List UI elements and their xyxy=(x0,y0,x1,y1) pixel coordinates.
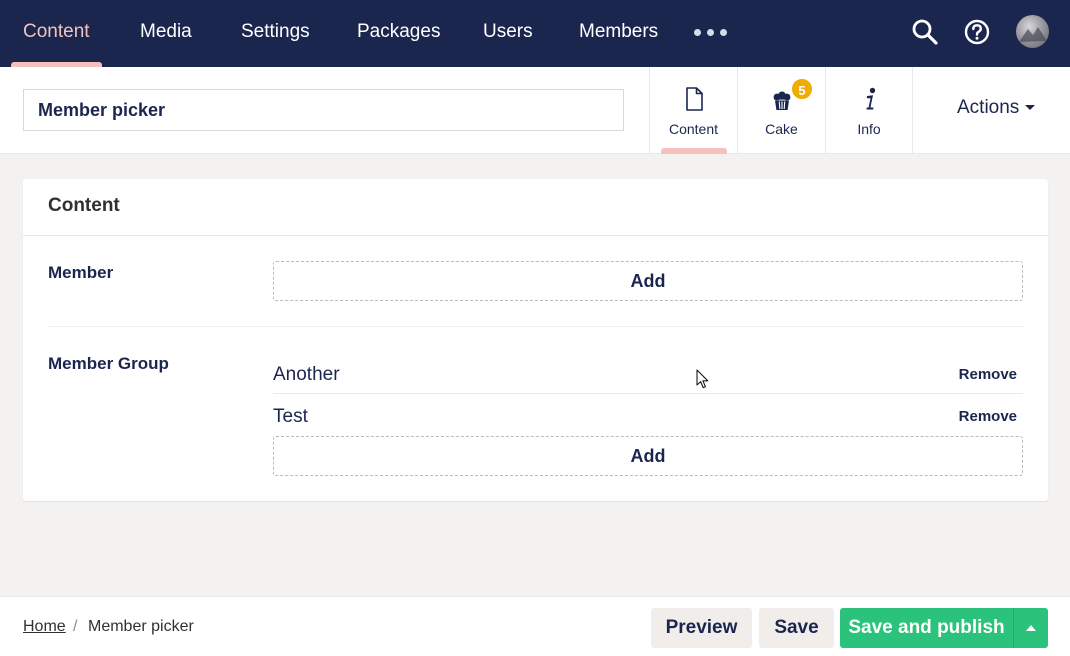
caret-up-icon xyxy=(1026,625,1036,631)
list-item: Another Remove xyxy=(273,352,1023,394)
app-tab-cake[interactable]: 5 Cake xyxy=(737,67,825,154)
search-icon[interactable] xyxy=(911,18,939,46)
nav-section-users[interactable]: Users xyxy=(483,0,533,67)
list-item: Test Remove xyxy=(273,394,1023,436)
remove-button[interactable]: Remove xyxy=(959,408,1017,425)
member-group-name: Test xyxy=(273,406,308,427)
publish-options-toggle[interactable] xyxy=(1013,608,1048,648)
app-active-indicator xyxy=(661,148,727,154)
actions-label: Actions xyxy=(957,97,1020,118)
node-name-input[interactable] xyxy=(23,89,624,131)
document-icon xyxy=(686,87,703,111)
app-tab-label: Cake xyxy=(765,121,798,137)
breadcrumb-current: Member picker xyxy=(88,618,194,635)
user-avatar[interactable] xyxy=(1016,15,1049,48)
property-label-member: Member xyxy=(48,263,114,282)
cake-badge: 5 xyxy=(790,77,814,101)
breadcrumb-separator: / xyxy=(73,618,78,635)
caret-down-icon xyxy=(1025,105,1036,110)
editor-header: Content 5 Cake Info Actions xyxy=(0,67,1070,154)
help-icon[interactable] xyxy=(963,18,991,46)
app-tab-content[interactable]: Content xyxy=(649,67,737,154)
preview-button[interactable]: Preview xyxy=(651,608,752,648)
editor-footer: Home / Member picker Preview Save Save a… xyxy=(0,596,1070,656)
property-label-member-group: Member Group xyxy=(48,354,169,373)
save-and-publish-button[interactable]: Save and publish xyxy=(840,608,1013,648)
nav-section-members[interactable]: Members xyxy=(579,0,658,67)
member-add-button[interactable]: Add xyxy=(273,261,1023,301)
info-icon xyxy=(866,87,876,110)
nav-section-settings[interactable]: Settings xyxy=(241,0,310,67)
app-tab-label: Info xyxy=(857,121,881,137)
ellipsis-icon[interactable] xyxy=(694,29,727,36)
nav-section-packages[interactable]: Packages xyxy=(357,0,440,67)
content-group-card: Content Member Add Member Group Another … xyxy=(23,179,1048,501)
member-group-add-button[interactable]: Add xyxy=(273,436,1023,476)
mouse-pointer-icon xyxy=(696,369,709,389)
remove-button[interactable]: Remove xyxy=(959,366,1017,383)
nav-section-media[interactable]: Media xyxy=(140,0,192,67)
breadcrumb-home-link[interactable]: Home xyxy=(23,618,66,636)
save-button[interactable]: Save xyxy=(759,608,834,648)
group-divider xyxy=(23,235,1048,236)
property-divider xyxy=(48,326,1023,327)
nav-section-content[interactable]: Content xyxy=(23,0,90,67)
top-navigation: Content Media Settings Packages Users Me… xyxy=(0,0,1070,67)
app-tab-label: Content xyxy=(668,121,719,137)
app-tab-info[interactable]: Info xyxy=(825,67,913,154)
actions-dropdown[interactable]: Actions xyxy=(957,97,1036,119)
group-title: Content xyxy=(48,195,120,216)
member-group-name: Another xyxy=(273,364,340,385)
